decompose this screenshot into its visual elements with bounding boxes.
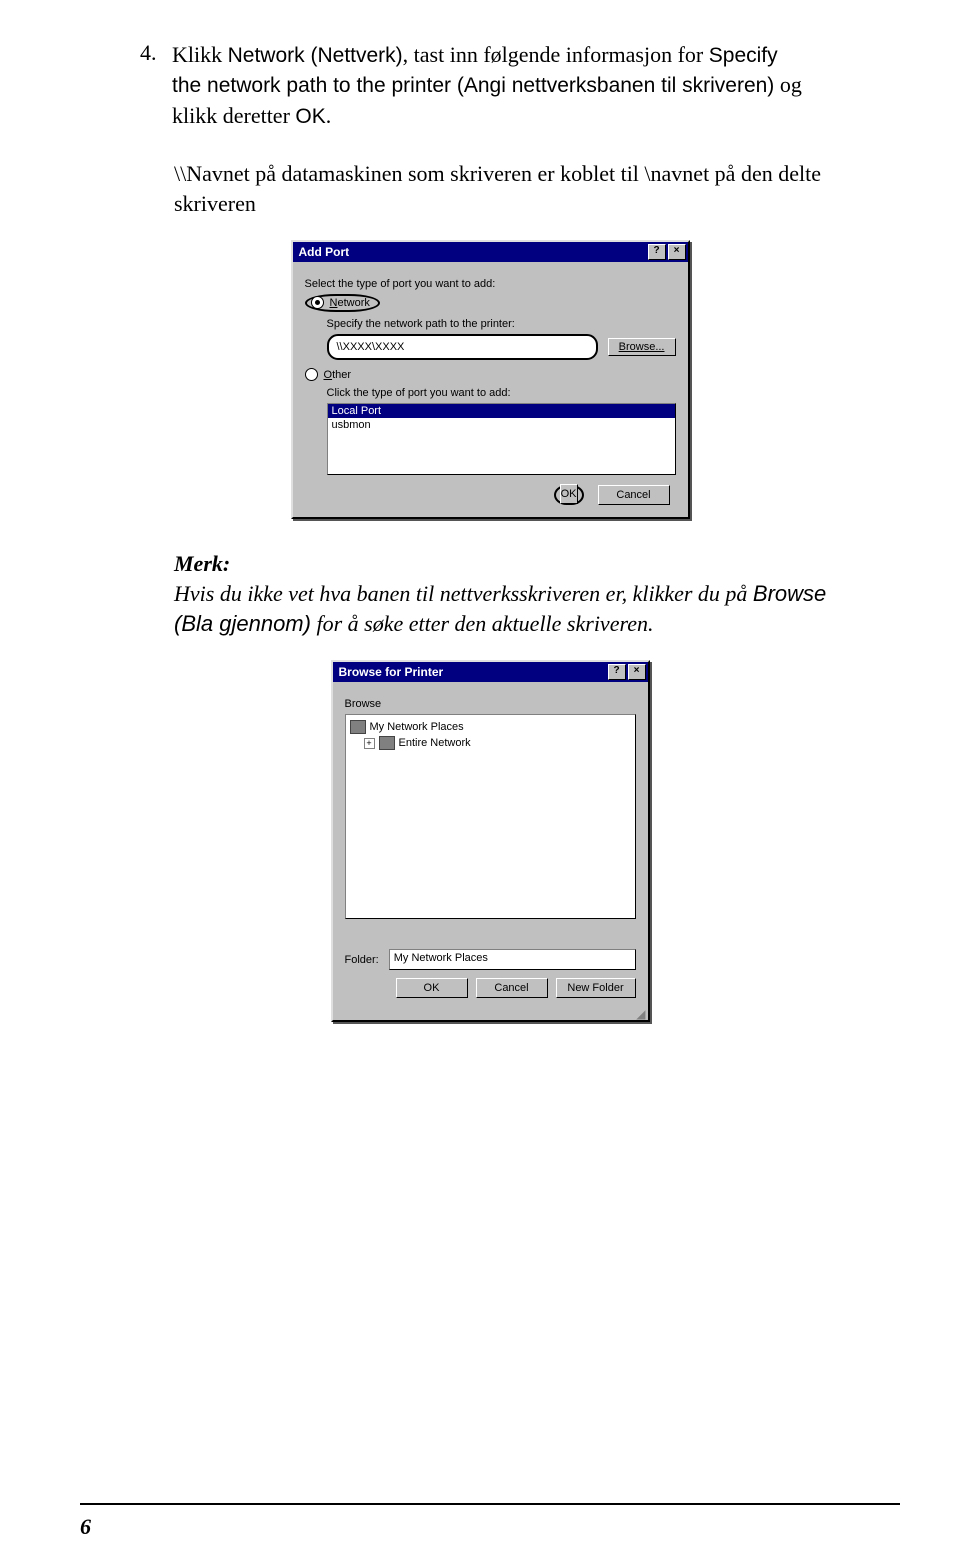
browse-button[interactable]: Browse... bbox=[608, 338, 676, 356]
tree-item2-label: Entire Network bbox=[399, 737, 471, 749]
step-text: Klikk Network (Nettverk), tast inn følge… bbox=[172, 40, 812, 131]
radio-network-row[interactable]: NNetworketwork bbox=[305, 294, 676, 312]
t2: Network (Nettverk) bbox=[228, 44, 403, 67]
tree-item-entire-network[interactable]: + Entire Network bbox=[364, 735, 631, 751]
page-number: 6 bbox=[80, 1514, 91, 1540]
note-p1: Hvis du ikke vet hva banen til nettverks… bbox=[174, 581, 753, 606]
network-places-icon bbox=[350, 720, 366, 734]
folder-field[interactable]: My Network Places bbox=[389, 949, 636, 970]
unc-path-text: \\Navnet på datamaskinen som skriveren e… bbox=[174, 159, 840, 218]
radio-other-label: Other bbox=[324, 369, 352, 381]
figure-browse-printer: Browse for Printer ? × Browse My Network… bbox=[140, 660, 840, 1023]
port-type-listbox[interactable]: Local Port usbmon bbox=[327, 403, 676, 475]
browse-tree[interactable]: My Network Places + Entire Network bbox=[345, 714, 636, 919]
browse-label: Browse bbox=[345, 698, 636, 710]
close-button-2[interactable]: × bbox=[628, 664, 646, 680]
browse-button-row: OK Cancel New Folder bbox=[345, 978, 636, 998]
tree-expander-icon[interactable]: + bbox=[364, 738, 375, 749]
radio-other-row[interactable]: Other bbox=[305, 368, 676, 381]
globe-icon bbox=[379, 736, 395, 750]
help-button-2[interactable]: ? bbox=[608, 664, 626, 680]
tree-item-my-network-places[interactable]: My Network Places bbox=[350, 719, 631, 735]
t7: . bbox=[326, 103, 332, 128]
list-item-usbmon[interactable]: usbmon bbox=[328, 418, 675, 432]
network-path-input[interactable]: \\XXXX\XXXX bbox=[327, 334, 598, 360]
browse-titlebar: Browse for Printer ? × bbox=[333, 662, 648, 682]
path-field-row: \\XXXX\XXXX Browse... bbox=[327, 334, 676, 360]
ok-button-2[interactable]: OK bbox=[396, 978, 468, 998]
step-4: 4. Klikk Network (Nettverk), tast inn fø… bbox=[140, 40, 840, 131]
t3: , tast inn følgende informasjon for bbox=[403, 42, 709, 67]
figure-add-port: Add Port ? × Select the type of port you… bbox=[140, 240, 840, 519]
ok-highlight-oval: OK bbox=[554, 485, 584, 505]
radio-network-dot[interactable] bbox=[311, 296, 324, 309]
cancel-button-2[interactable]: Cancel bbox=[476, 978, 548, 998]
browse-body: Browse My Network Places + Entire Networ… bbox=[333, 682, 648, 1010]
footer-rule bbox=[80, 1503, 900, 1505]
add-port-dialog: Add Port ? × Select the type of port you… bbox=[291, 240, 690, 519]
browse-printer-dialog: Browse for Printer ? × Browse My Network… bbox=[331, 660, 650, 1022]
tree-item1-label: My Network Places bbox=[370, 721, 464, 733]
radio-other-dot[interactable] bbox=[305, 368, 318, 381]
folder-label: Folder: bbox=[345, 954, 379, 966]
list-item-local-port[interactable]: Local Port bbox=[328, 404, 675, 418]
help-button[interactable]: ? bbox=[648, 244, 666, 260]
network-highlight-oval: NNetworketwork bbox=[305, 294, 380, 312]
ok-button[interactable]: OK bbox=[560, 484, 578, 504]
page: 4. Klikk Network (Nettverk), tast inn fø… bbox=[0, 0, 960, 1560]
note-label: Merk: bbox=[174, 549, 840, 579]
t1: Klikk bbox=[172, 42, 228, 67]
add-port-title: Add Port bbox=[299, 245, 350, 259]
resize-grip-icon[interactable]: ◢ bbox=[333, 1010, 648, 1020]
step-number: 4. bbox=[140, 40, 168, 66]
folder-row: Folder: My Network Places bbox=[345, 949, 636, 970]
cancel-button[interactable]: Cancel bbox=[598, 485, 670, 505]
specify-path-label: Specify the network path to the printer: bbox=[327, 318, 676, 330]
add-port-body: Select the type of port you want to add:… bbox=[293, 262, 688, 517]
radio-network-label: NNetworketwork bbox=[330, 297, 370, 309]
note-p3: for å søke etter den aktuelle skriveren. bbox=[311, 611, 654, 636]
click-type-label: Click the type of port you want to add: bbox=[327, 387, 676, 399]
add-port-titlebar: Add Port ? × bbox=[293, 242, 688, 262]
note-block: Merk: Hvis du ikke vet hva banen til net… bbox=[174, 549, 840, 638]
add-port-button-row: OK Cancel bbox=[305, 485, 676, 505]
close-button[interactable]: × bbox=[668, 244, 686, 260]
new-folder-button[interactable]: New Folder bbox=[556, 978, 636, 998]
note-body: Hvis du ikke vet hva banen til nettverks… bbox=[174, 579, 840, 638]
browse-title: Browse for Printer bbox=[339, 665, 444, 679]
t6: OK bbox=[295, 105, 325, 128]
select-type-label: Select the type of port you want to add: bbox=[305, 278, 676, 290]
